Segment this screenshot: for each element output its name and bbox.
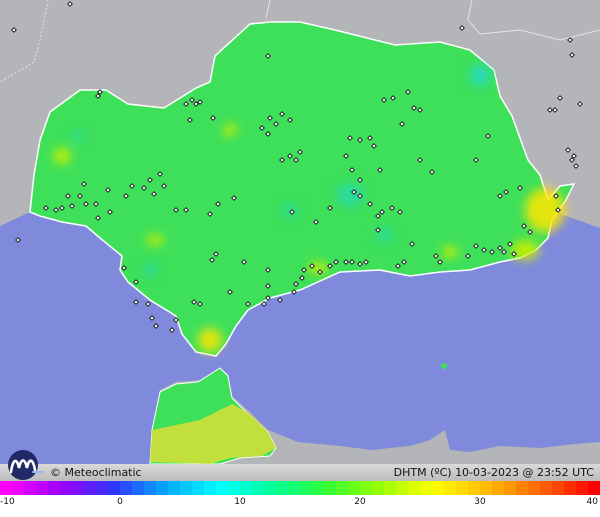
scale-color-cell (324, 481, 337, 495)
scale-color-cell (48, 481, 61, 495)
scale-color-cell (132, 481, 145, 495)
scale-color-cell (480, 481, 493, 495)
scale-color-cell (456, 481, 469, 495)
scale-color-cell (432, 481, 445, 495)
map-caption: DHTM (ºC) 10-03-2023 @ 23:52 UTC (393, 466, 594, 479)
scale-color-cell (228, 481, 241, 495)
scale-color-cell (204, 481, 217, 495)
scale-tick-label: 40 (586, 497, 598, 507)
scale-color-cell (24, 481, 37, 495)
scale-color-cell (516, 481, 529, 495)
scale-color-cell (108, 481, 121, 495)
scale-color-cell (288, 481, 301, 495)
scale-color-cell (156, 481, 169, 495)
scale-color-cell (384, 481, 397, 495)
scale-color-cell (216, 481, 229, 495)
scale-tick-label: 30 (474, 497, 486, 507)
scale-color-cell (168, 481, 181, 495)
scale-color-cell (444, 481, 457, 495)
scale-color-cell (396, 481, 409, 495)
scale-color-cell (552, 481, 565, 495)
scale-labels: -10 0 10 20 30 40 (0, 497, 600, 511)
scale-color-cell (12, 481, 25, 495)
scale-color-cell (504, 481, 517, 495)
scale-color-cell (276, 481, 289, 495)
scale-color-cell (492, 481, 505, 495)
scale-color-cell (348, 481, 361, 495)
scale-tick-label: 10 (234, 497, 246, 507)
scale-color-cell (72, 481, 85, 495)
meteoclimatic-logo-icon (3, 448, 47, 482)
scale-color-cell (60, 481, 73, 495)
scale-color-cell (192, 481, 205, 495)
scale-color-cell (312, 481, 325, 495)
scale-color-cell (408, 481, 421, 495)
scale-color-cell (180, 481, 193, 495)
scale-color-cell (372, 481, 385, 495)
scale-color-cell (300, 481, 313, 495)
scale-color-cell (360, 481, 373, 495)
weather-map: © Meteoclimatic DHTM (ºC) 10-03-2023 @ 2… (0, 0, 600, 517)
scale-color-cell (36, 481, 49, 495)
scale-color-cell (420, 481, 433, 495)
scale-color-cell (96, 481, 109, 495)
scale-tick-label: -10 (0, 497, 15, 507)
scale-color-cell (528, 481, 541, 495)
scale-color-cell (84, 481, 97, 495)
scale-color-cell (252, 481, 265, 495)
alboran-island (441, 363, 447, 369)
scale-color-cell (240, 481, 253, 495)
scale-color-cell (576, 481, 589, 495)
map-canvas (0, 0, 600, 465)
scale-tick-label: 0 (117, 497, 123, 507)
brand-label[interactable]: © Meteoclimatic (50, 466, 142, 480)
scale-color-cell (264, 481, 277, 495)
scale-color-cell (588, 481, 600, 495)
scale-color-cell (144, 481, 157, 495)
scale-tick-label: 20 (354, 497, 366, 507)
scale-color-cell (564, 481, 577, 495)
scale-color-cell (540, 481, 553, 495)
color-scale-bar (0, 481, 600, 495)
scale-color-cell (336, 481, 349, 495)
scale-color-cell (468, 481, 481, 495)
scale-color-cell (0, 481, 13, 495)
scale-color-cell (120, 481, 133, 495)
